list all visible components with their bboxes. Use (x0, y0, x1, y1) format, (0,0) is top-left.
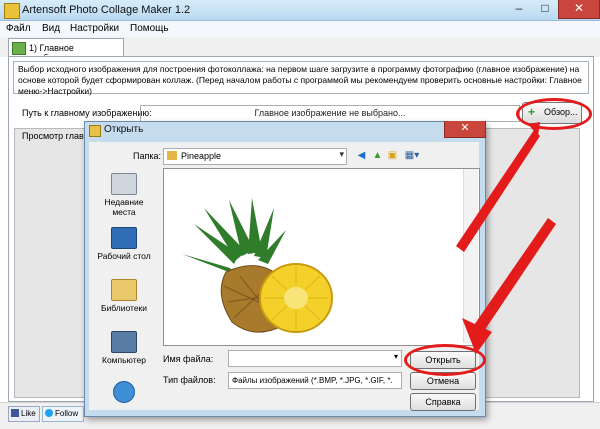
up-folder-icon[interactable]: ▲ (371, 149, 384, 162)
help-button[interactable]: Справка (410, 393, 476, 411)
image-icon (12, 42, 26, 55)
filetype-label: Тип файлов: (163, 375, 216, 385)
dialog-title: Открыть (104, 124, 144, 135)
place-label: Недавние места (104, 197, 144, 217)
place-label: Рабочий стол (97, 251, 151, 261)
twitter-follow-button[interactable]: Follow (42, 406, 84, 422)
chevron-down-icon: ▾ (393, 352, 398, 361)
like-label: Like (21, 409, 36, 418)
window-title: Artensoft Photo Collage Maker 1.2 (22, 4, 191, 16)
menu-help[interactable]: Помощь (130, 23, 169, 34)
pineapple-leaves (182, 198, 286, 274)
facebook-like-button[interactable]: Like (8, 406, 40, 422)
tab-main-image[interactable]: 1) Главное изображение (8, 38, 124, 63)
twitter-icon (45, 409, 53, 417)
place-label: Библиотеки (100, 303, 148, 313)
back-icon[interactable]: ◀ (355, 149, 368, 162)
filetype-select[interactable]: Файлы изображений (*.BMP, *.JPG, *.GIF, … (228, 372, 402, 389)
filename-label: Имя файла: (163, 354, 214, 364)
desktop-icon (111, 227, 137, 249)
folder-icon (167, 151, 177, 160)
computer-icon (111, 331, 137, 353)
place-computer[interactable]: Компьютер (92, 331, 156, 365)
view-menu-icon[interactable]: ▦▾ (402, 149, 422, 162)
filename-input[interactable]: ▾ (228, 350, 402, 367)
place-libraries[interactable]: Библиотеки (92, 279, 156, 313)
look-in-label: Папка: (133, 151, 161, 161)
arrow-shaft-down (472, 218, 556, 334)
info-text: Выбор исходного изображения для построен… (18, 64, 582, 96)
title-bar: Artensoft Photo Collage Maker 1.2 – □ ✕ (0, 0, 600, 21)
pineapple-thumbnail[interactable] (174, 194, 344, 342)
menu-bar: Файл Вид Настройки Помощь (0, 21, 600, 38)
pineapple-core (284, 287, 308, 309)
menu-view[interactable]: Вид (42, 23, 60, 34)
look-in-select[interactable]: Pineapple ▾ (163, 148, 347, 165)
place-recent[interactable]: Недавние места (92, 173, 156, 217)
info-box: Выбор исходного изображения для построен… (13, 61, 589, 96)
place-network[interactable] (92, 381, 156, 405)
path-label: Путь к главному изображению: (22, 108, 152, 118)
preview-label: Просмотр главно (22, 131, 94, 141)
annotation-arrows (456, 122, 556, 354)
chevron-down-icon: ▾ (339, 149, 344, 159)
menu-file[interactable]: Файл (6, 23, 31, 34)
menu-settings[interactable]: Настройки (70, 23, 119, 34)
close-button[interactable]: ✕ (558, 0, 600, 19)
network-icon (113, 381, 135, 403)
new-folder-icon[interactable]: ▣ (386, 149, 399, 162)
recent-places-icon (111, 173, 137, 195)
places-bar: Недавние места Рабочий стол Библиотеки К… (92, 167, 156, 403)
arrow-shaft-up (456, 130, 540, 252)
place-label: Компьютер (102, 355, 146, 365)
dialog-icon (89, 125, 101, 137)
place-desktop[interactable]: Рабочий стол (92, 227, 156, 261)
minimize-button[interactable]: – (506, 0, 532, 18)
app-icon (4, 3, 20, 19)
facebook-icon (11, 409, 19, 417)
look-in-value: Pineapple (181, 151, 222, 161)
libraries-icon (111, 279, 137, 301)
follow-label: Follow (55, 409, 79, 418)
filetype-value: Файлы изображений (*.BMP, *.JPG, *.GIF, … (232, 376, 393, 385)
maximize-button[interactable]: □ (532, 0, 558, 18)
